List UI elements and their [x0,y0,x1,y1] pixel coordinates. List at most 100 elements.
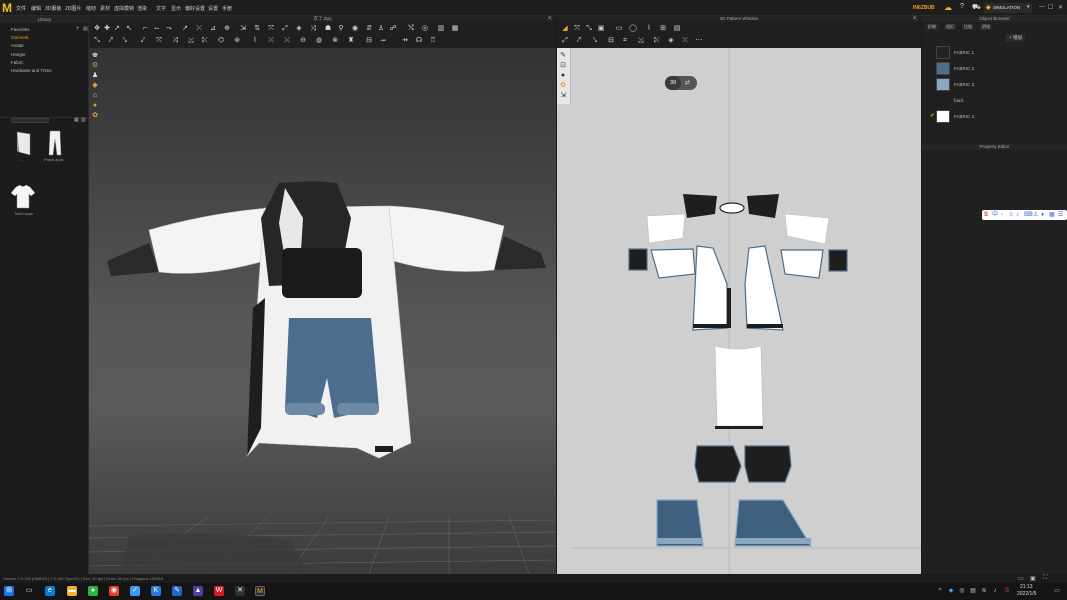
ime-voice-icon[interactable]: ♪ [1016,211,1019,219]
ime-emoji-icon[interactable]: ☺ [1008,211,1014,219]
tab-button[interactable]: 纽扣 [944,24,956,30]
minimize-icon[interactable]: — [1039,4,1045,10]
library-item-favorites[interactable]: Favorites [11,27,30,32]
elastic-tool-icon[interactable]: ⤫ [267,37,275,45]
fabric-row[interactable]: FABRIC 4 [936,110,1064,124]
maximize-icon[interactable]: ☐ [1048,4,1053,11]
library-thumb-pants[interactable] [42,128,68,158]
arrangement-tool-icon[interactable]: ⤢ [281,25,289,33]
wps-icon[interactable]: W [214,586,224,596]
library-thumb-garment[interactable] [12,128,38,158]
pattern-sleeve-right[interactable] [780,249,824,279]
clock-time[interactable]: 21:13 [1020,584,1033,590]
ime-keyboard-icon[interactable]: ⌨ [1024,211,1033,219]
task-view-icon[interactable]: ▭ [24,586,34,596]
print-tool-icon[interactable]: ♜ [347,37,355,45]
trim-tool-icon[interactable]: ⇅ [253,25,261,33]
texture-edit-icon[interactable]: ⤪ [653,37,661,45]
dart-tool-icon[interactable]: ⤩ [187,37,195,45]
shirring-tool-icon[interactable]: ⌇ [251,37,259,45]
pose-tool-icon[interactable]: ⇵ [365,25,373,33]
pattern-collar-left[interactable] [683,194,717,218]
library-item-avatar[interactable]: Avatar [11,43,24,48]
button-tool-icon[interactable]: ◈ [295,25,303,33]
pattern-cuff-right[interactable] [828,249,848,272]
move-tool-icon[interactable]: ✚ [103,25,111,33]
shirt-view-icon[interactable]: ♖ [429,37,437,45]
piping-tool-icon[interactable]: ⊗ [331,37,339,45]
ime-grid-icon[interactable]: ▦ [1049,211,1055,219]
ime-logo-icon[interactable]: S [984,211,988,219]
app-pen-icon[interactable]: ✎ [172,586,182,596]
menu-render[interactable]: 渲染 [137,5,147,12]
measure-tool-icon[interactable]: ⌐ [141,25,149,33]
user-name[interactable]: IN6ZBUB [913,5,935,11]
hanger-tool-icon[interactable]: ⚲ [337,25,345,33]
marvelous-designer-icon[interactable]: M [255,586,265,596]
polygon-pattern-icon[interactable]: ▣ [597,25,605,33]
puckering-tool-icon[interactable]: ⊖ [299,37,307,45]
topstitch-edit-icon[interactable]: ⤫ [681,37,689,45]
select-tool-icon[interactable]: ✥ [93,25,101,33]
measure-avatar-icon[interactable]: ♙ [377,25,385,33]
edit-point-icon[interactable]: ⤤ [107,37,115,45]
menu-file[interactable]: 文件 [16,5,26,12]
garment-view-icon[interactable]: ▥ [437,25,445,33]
tab-fabric[interactable]: 织物 [926,24,938,30]
sew-tool-icon[interactable]: ↗ [181,25,189,33]
photos-icon[interactable]: ▲ [193,586,203,596]
ime-punctuation-icon[interactable]: ◦ [1001,211,1003,219]
list-view-icon[interactable]: ▦ [74,117,79,123]
layout-icon[interactable]: ▭ [1018,575,1024,582]
tab-topstitch[interactable]: 明线 [980,24,992,30]
app-x-icon[interactable]: ✕ [235,586,245,596]
simulation-mode-button[interactable]: ◆ SIMULATION [984,3,1032,13]
ime-user-icon[interactable]: ♙ [1033,211,1038,219]
start-icon[interactable]: ⊞ [4,586,14,596]
internal-line-icon[interactable]: ⌇ [645,25,653,33]
tray-ime-icon[interactable]: S [1002,586,1012,596]
pattern-canvas[interactable] [557,48,921,574]
stitch-tool-icon[interactable]: ⤫ [195,25,203,33]
library-item-fabric[interactable]: Fabric [11,60,24,65]
menu-edit[interactable]: 编辑 [31,5,41,12]
app-k-icon[interactable]: K [151,586,161,596]
trace-icon[interactable]: ▤ [673,25,681,33]
cloud-icon[interactable]: ☁ [944,3,952,12]
ruler-tool-icon[interactable]: ⤭ [407,25,415,33]
tray-volume-icon[interactable]: ♪ [990,586,1000,596]
weld-tool-icon[interactable]: ⇸ [401,37,409,45]
menu-display[interactable]: 显示 [171,5,181,12]
free-sewing-icon[interactable]: ⤤ [575,37,583,45]
add-icon[interactable]: + [76,26,80,32]
menu-sewing[interactable]: 缝纫 [86,5,96,12]
close-icon[interactable]: ✕ [1058,4,1063,11]
menu-avatar[interactable]: 虚拟模特 [114,5,134,12]
pattern-bra-left[interactable] [694,445,742,483]
ime-language-icon[interactable]: 中 [992,211,998,219]
menu-3d-garment[interactable]: 3D服装 [45,5,61,12]
help-icon[interactable]: ? [960,3,964,10]
split-view-icon[interactable]: ▣ [1030,575,1036,582]
pattern-bra-right[interactable] [744,445,792,483]
pattern-sleeve-top-right[interactable] [784,213,830,245]
tray-network-icon[interactable]: ▤ [968,586,978,596]
menu-2d-pattern[interactable]: 2D图片 [65,5,81,12]
fit-tool-icon[interactable]: ◉ [351,25,359,33]
chrome-icon[interactable]: ◉ [109,586,119,596]
menu-settings[interactable]: 设置 [208,5,218,12]
polygon-tool-icon[interactable]: ⤦ [139,37,147,45]
graphic-tool-icon[interactable]: ⇲ [239,25,247,33]
wechat-icon[interactable]: ● [88,586,98,596]
menu-manual[interactable]: 手册 [222,5,232,12]
ime-skin-icon[interactable]: ♦ [1041,211,1044,219]
menu-preferences[interactable]: 偏好设置 [185,5,205,12]
render-tool-icon[interactable]: ☍ [389,25,397,33]
edge-icon[interactable]: e [45,586,55,596]
library-search-input[interactable] [11,118,49,123]
menu-text[interactable]: 文字 [156,5,166,12]
rectangle-tool-icon[interactable]: ⤧ [155,37,163,45]
tray-chevron-icon[interactable]: ^ [935,586,945,596]
grid-view-icon[interactable]: ▦ [451,25,459,33]
tab-zipper[interactable]: 拉链 [962,24,974,30]
